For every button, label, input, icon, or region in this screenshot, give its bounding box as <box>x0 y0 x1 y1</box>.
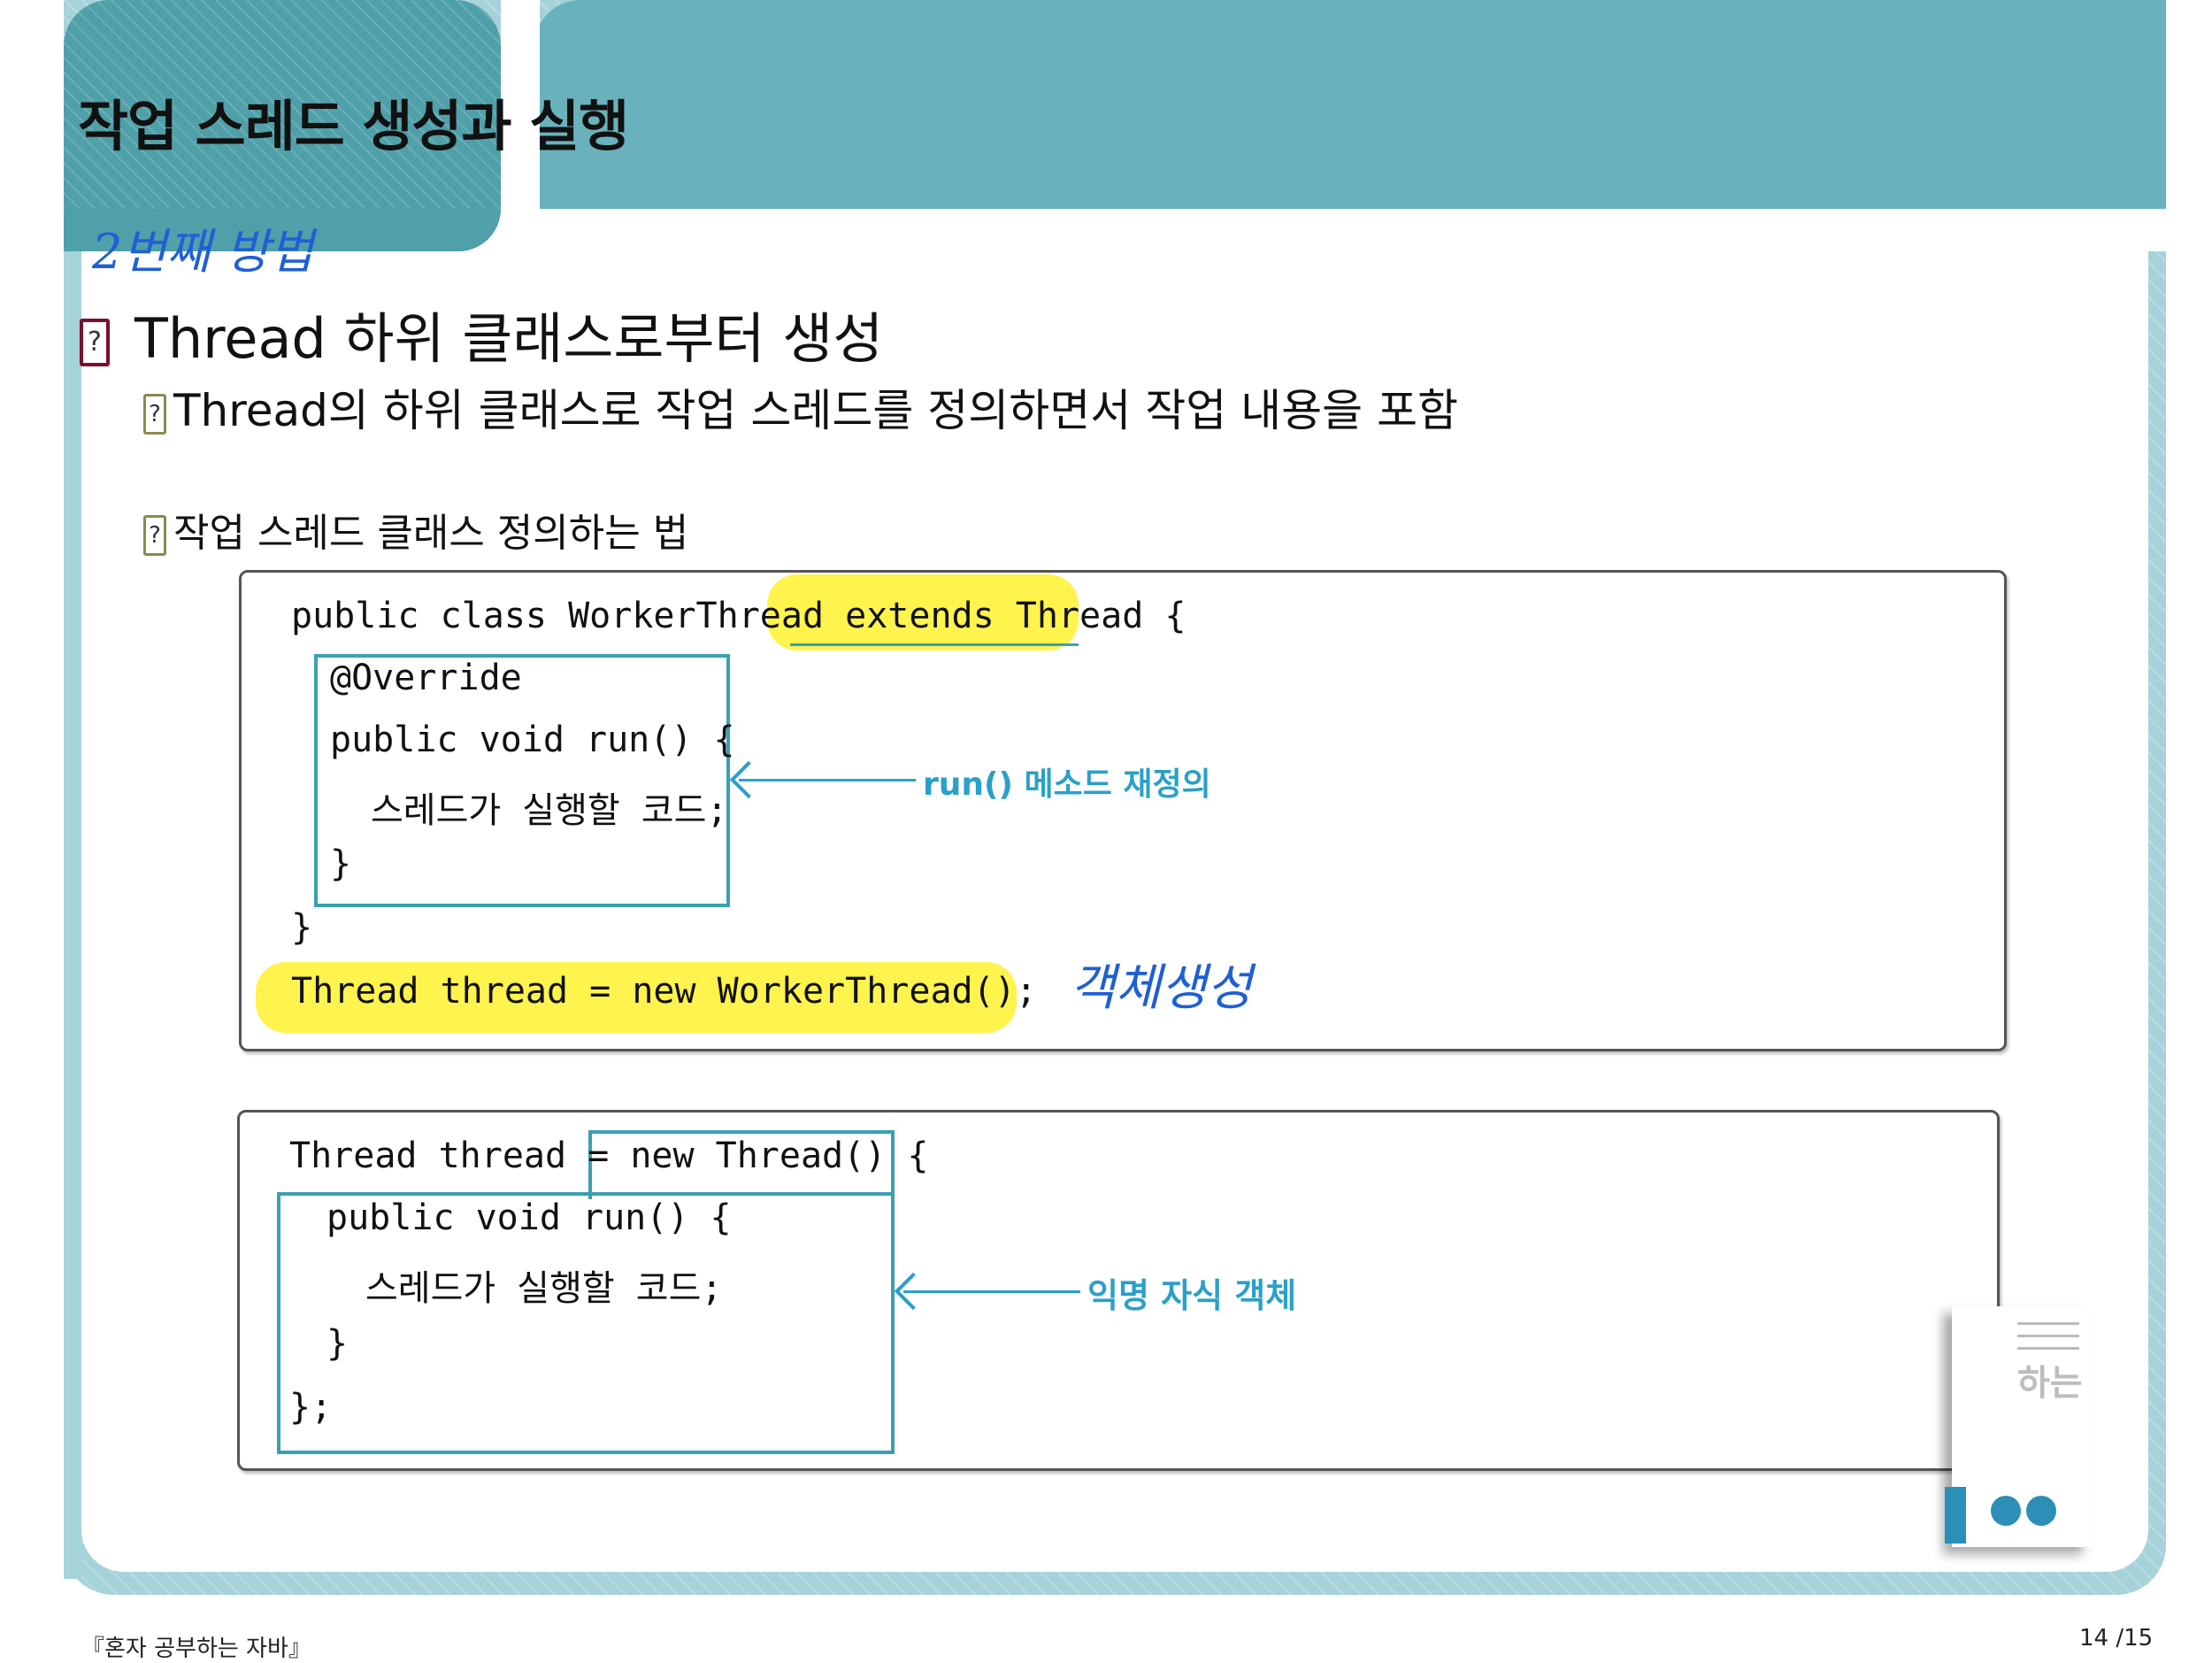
book-cover-badge <box>1991 1496 2021 1526</box>
footer-book-title: 『혼자 공부하는 자바』 <box>81 1636 311 1662</box>
code-box-subclass: public class WorkerThread extends Thread… <box>239 570 2007 1051</box>
page-number: 14 /15 <box>2079 1625 2154 1651</box>
book-cover-line <box>2017 1335 2079 1337</box>
book-cover-badge <box>2026 1496 2056 1526</box>
main-heading-text: Thread 하위 클래스로부터 생성 <box>134 306 884 371</box>
code-line: } <box>291 907 313 948</box>
code-line: public void run() { <box>330 720 735 760</box>
book-spine <box>1945 1487 1966 1544</box>
question-box-icon: ? <box>80 318 110 366</box>
slide-side-strip <box>64 251 81 1579</box>
code-line: public class WorkerThread extends Thread… <box>291 596 1187 636</box>
code-line: 스레드가 실행할 코드; <box>371 790 728 831</box>
slide-title: 작업 스레드 생성과 실행 <box>78 94 629 158</box>
handwritten-note-object: 객체생성 <box>1070 959 1253 1017</box>
code-line: @Override <box>330 658 522 698</box>
bullet-item: ? Thread의 하위 클래스로 작업 스레드를 정의하면서 작업 내용을 포함 <box>143 375 1458 439</box>
question-box-icon: ? <box>143 515 166 556</box>
note-run-override: run() 메소드 재정의 <box>923 766 1211 803</box>
bullet-text: Thread의 하위 클래스로 작업 스레드를 정의하면서 작업 내용을 포함 <box>173 385 1458 436</box>
book-cover-line <box>2017 1322 2079 1325</box>
book-cover-text: 하는 <box>2017 1363 2083 1404</box>
code-line: public void run() { <box>326 1197 732 1238</box>
code-box-anonymous: Thread thread = new Thread() { public vo… <box>237 1110 2000 1471</box>
handwritten-note-method: 2번째 방법 <box>92 224 314 280</box>
arrow-left-icon <box>903 1290 1080 1293</box>
code-line: 스레드가 실행할 코드; <box>365 1268 723 1309</box>
header-band <box>534 0 2166 209</box>
note-anonymous-child: 익명 자식 객체 <box>1087 1276 1297 1315</box>
book-cover-image <box>1952 1306 2092 1547</box>
bullet-item: ? 작업 스레드 클래스 정의하는 법 <box>143 501 688 558</box>
bullet-text: 작업 스레드 클래스 정의하는 법 <box>173 511 689 556</box>
question-box-icon: ? <box>143 393 166 435</box>
code-line: Thread thread = new WorkerThread(); <box>291 971 1037 1012</box>
code-line: } <box>326 1323 349 1364</box>
code-line: Thread thread = new Thread() { <box>289 1136 929 1176</box>
arrow-left-icon <box>739 779 916 781</box>
book-cover-line <box>2017 1347 2079 1350</box>
main-heading: ? Thread 하위 클래스로부터 생성 <box>80 294 883 373</box>
extends-underline <box>790 643 1079 646</box>
code-line: } <box>330 843 352 884</box>
code-line: }; <box>289 1387 333 1428</box>
